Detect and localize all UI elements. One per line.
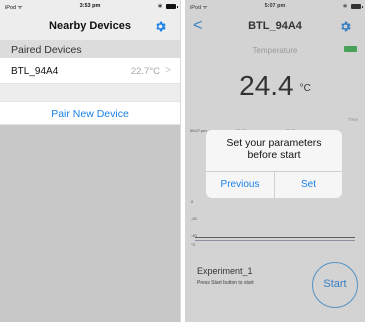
device-name: BTL_94A4 (11, 66, 59, 77)
set-button[interactable]: Set (275, 171, 342, 198)
dialog-message: Set your parameters before start (226, 137, 322, 161)
device-row-btl-94a4[interactable]: BTL_94A4 22.7°C > (0, 58, 180, 84)
device-detail-screen: iPod ᯤ 5:07 pm ∗ < BTL_94A4 Temperature … (185, 0, 365, 322)
gear-icon[interactable] (154, 20, 167, 33)
bluetooth-icon: ∗ (157, 3, 163, 10)
status-bar: iPod ᯤ 3:53 pm ∗ (0, 0, 180, 12)
nearby-devices-screen: iPod ᯤ 3:53 pm ∗ Nearby Devices Paired D… (0, 0, 181, 322)
section-header-paired-devices: Paired Devices (0, 40, 180, 58)
set-parameters-dialog: Set your parameters before start Previou… (206, 130, 342, 198)
device-temperature: 22.7°C (130, 66, 160, 77)
page-title: Nearby Devices (49, 20, 131, 32)
section-header-label: Paired Devices (11, 44, 82, 56)
battery-icon (166, 4, 178, 9)
previous-button[interactable]: Previous (206, 171, 274, 198)
status-time: 3:53 pm (79, 3, 101, 9)
empty-area (0, 125, 180, 322)
pair-new-device-label: Pair New Device (51, 108, 129, 120)
chevron-right-icon: > (165, 65, 171, 76)
nav-bar: Nearby Devices (0, 12, 180, 40)
pair-new-device-button[interactable]: Pair New Device (0, 101, 180, 125)
